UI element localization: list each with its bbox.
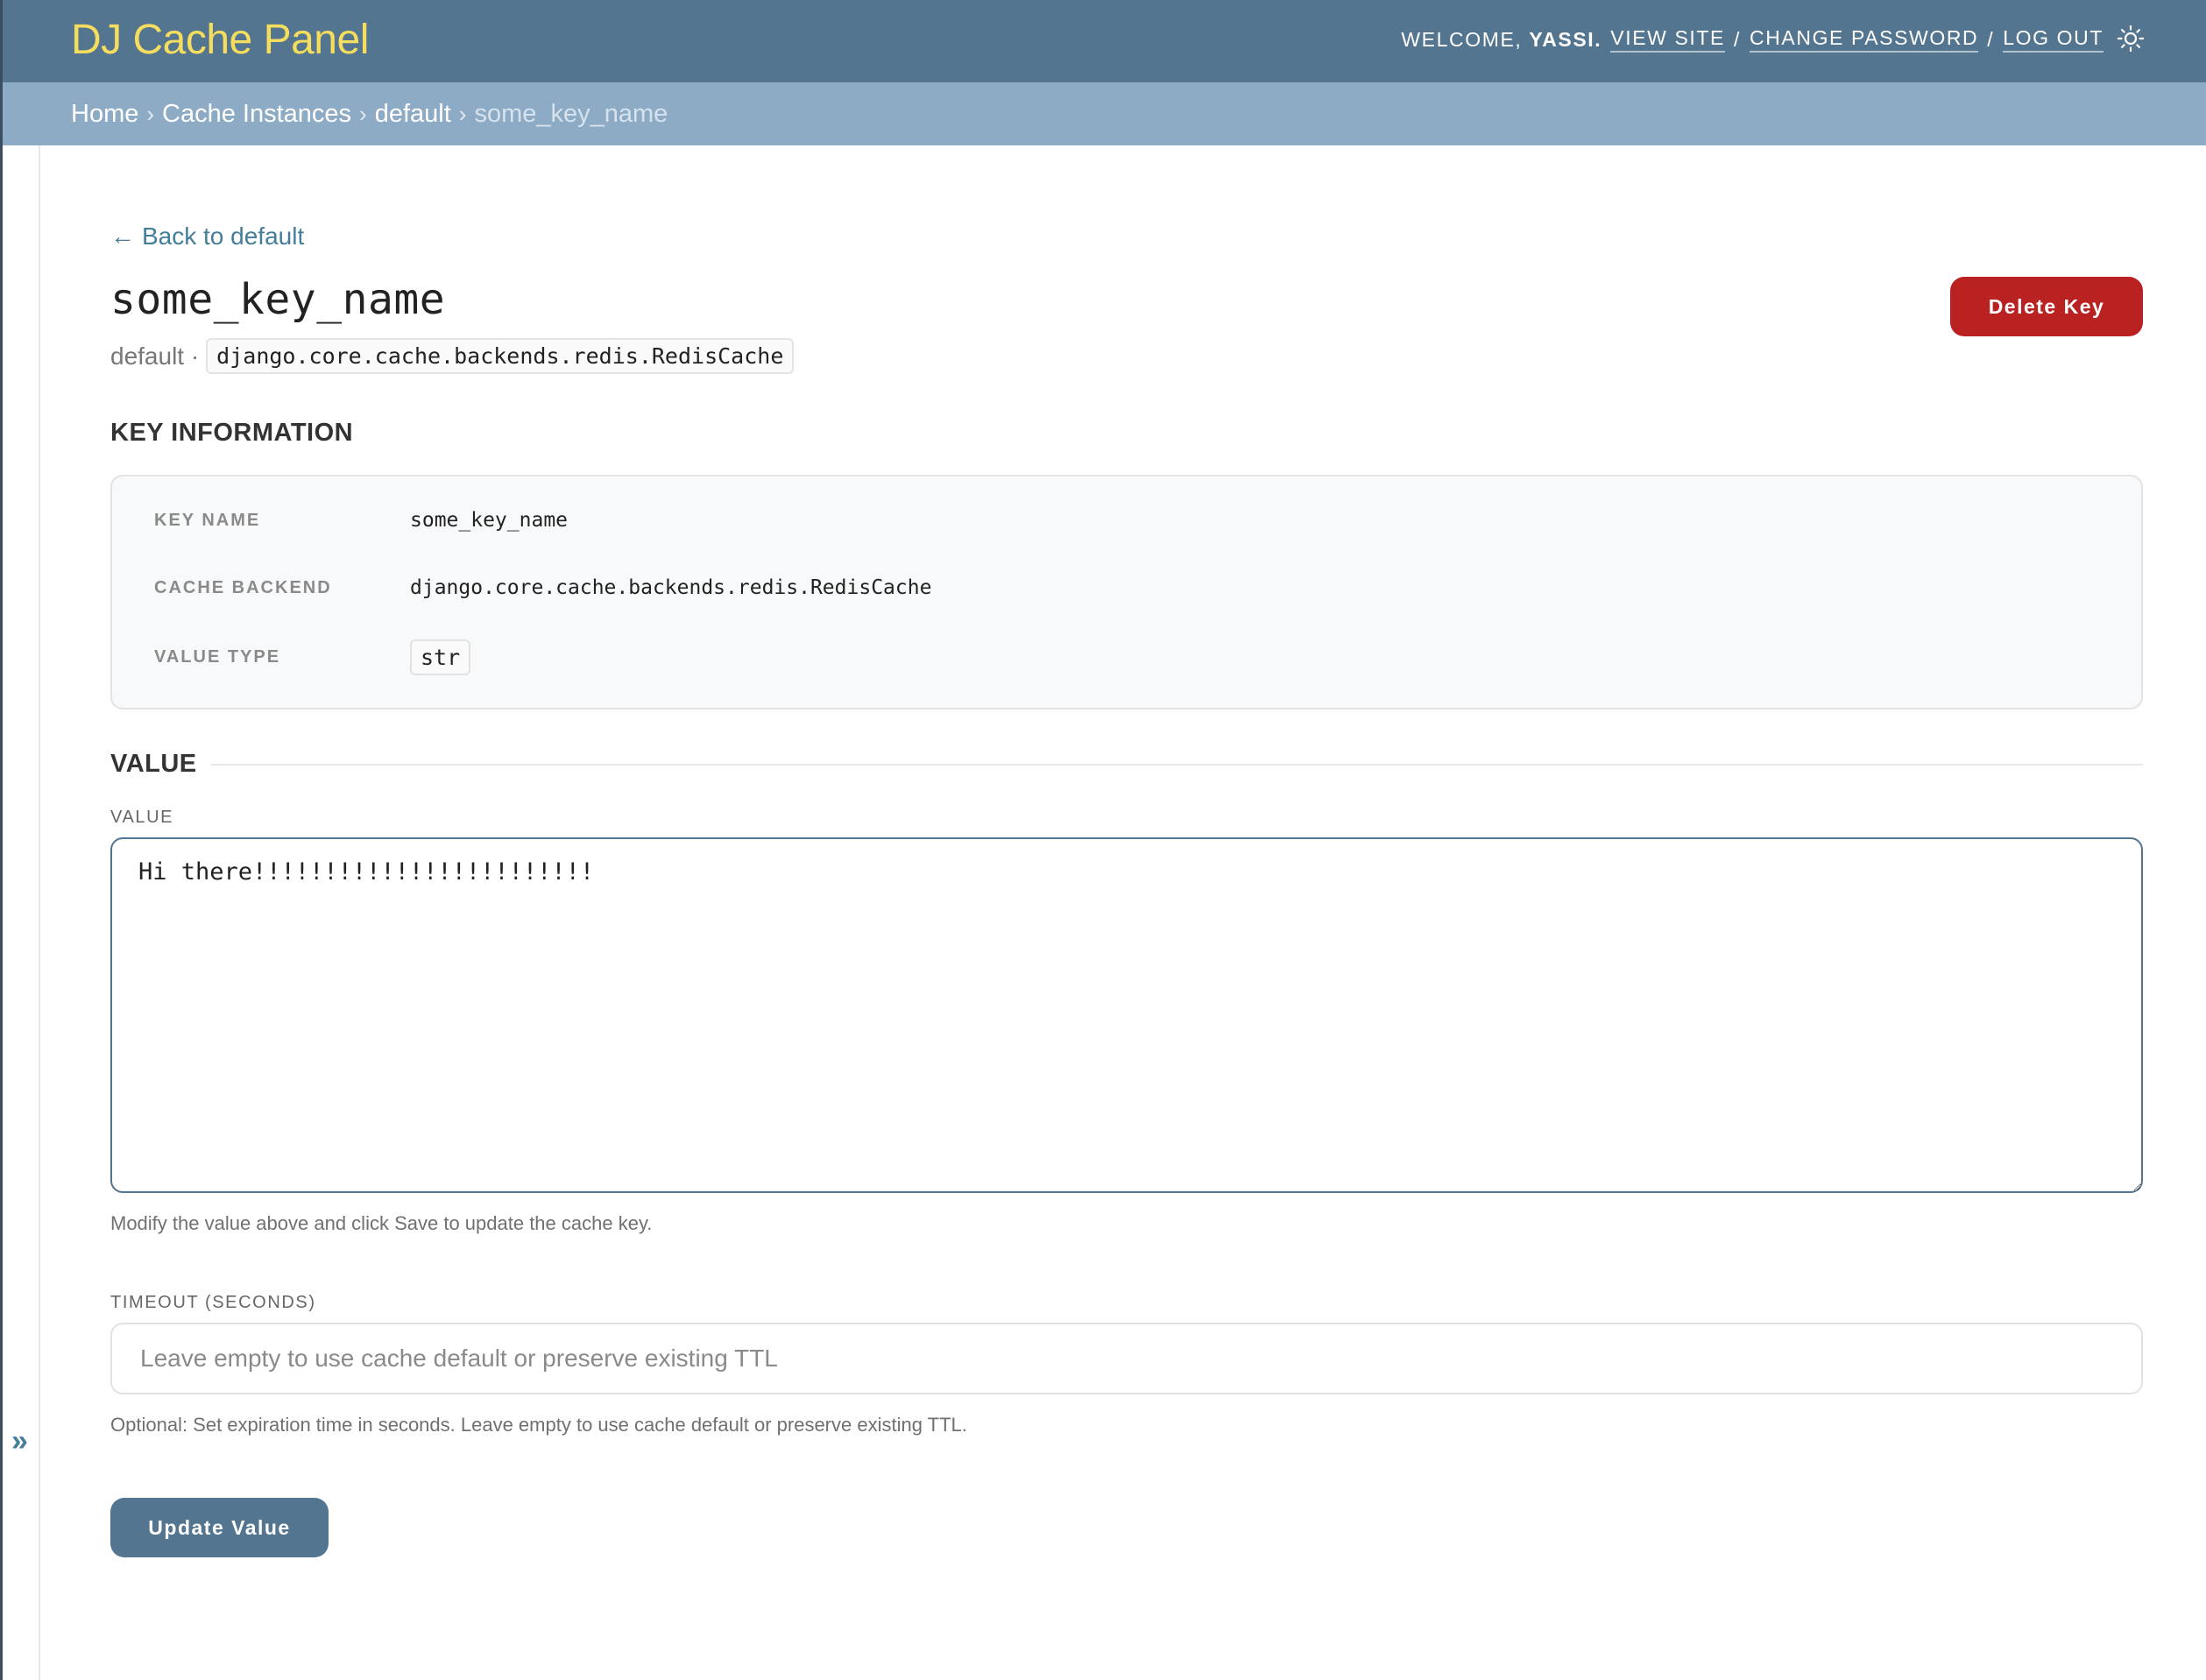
breadcrumb-cache-instances[interactable]: Cache Instances <box>162 100 351 129</box>
value-type-badge: str <box>410 639 471 675</box>
info-row-key-name: KEY NAME some_key_name <box>154 503 2124 538</box>
welcome-text: WELCOME, YASSI. <box>1401 28 1601 52</box>
info-label: VALUE TYPE <box>154 646 281 667</box>
timeout-input[interactable] <box>110 1323 2143 1394</box>
breadcrumb-default[interactable]: default <box>375 100 451 129</box>
info-row-value-type: VALUE TYPE str <box>154 639 2124 675</box>
info-value: django.core.cache.backends.redis.RedisCa… <box>410 576 932 599</box>
header: DJ Cache Panel WELCOME, YASSI. VIEW SITE… <box>0 0 2206 82</box>
timeout-help-text: Optional: Set expiration time in seconds… <box>110 1414 967 1436</box>
breadcrumb-separator: › <box>458 100 467 127</box>
welcome-prefix: WELCOME, <box>1401 27 1523 51</box>
breadcrumb-home[interactable]: Home <box>71 100 138 129</box>
log-out-link[interactable]: LOG OUT <box>2003 26 2103 53</box>
breadcrumb-separator: › <box>359 100 367 127</box>
arrow-left-icon: ← <box>110 222 135 250</box>
update-value-button[interactable]: Update Value <box>110 1498 329 1557</box>
site-branding[interactable]: DJ Cache Panel <box>71 16 369 64</box>
key-information-heading: KEY INFORMATION <box>110 419 354 447</box>
back-link[interactable]: ← Back to default <box>110 222 304 251</box>
value-heading: VALUE <box>110 750 197 778</box>
delete-key-button[interactable]: Delete Key <box>1950 277 2143 336</box>
breadcrumb-current: some_key_name <box>474 99 668 128</box>
section-divider <box>210 763 2143 766</box>
username: YASSI. <box>1529 27 1602 51</box>
breadcrumb: Home › Cache Instances › default › some_… <box>0 82 2206 145</box>
value-section-heading: VALUE <box>110 750 2143 779</box>
back-link-label: Back to default <box>142 222 305 250</box>
timeout-field-label: TIMEOUT (SECONDS) <box>110 1293 316 1312</box>
backend-chip: django.core.cache.backends.redis.RedisCa… <box>206 338 795 374</box>
key-information-panel: KEY NAME some_key_name CACHE BACKEND dja… <box>110 475 2143 709</box>
cache-instance-name: default · <box>110 342 200 370</box>
value-textarea[interactable]: Hi there!!!!!!!!!!!!!!!!!!!!!!!! <box>110 837 2143 1193</box>
info-label: CACHE BACKEND <box>154 577 332 597</box>
change-password-link[interactable]: CHANGE PASSWORD <box>1750 26 1979 53</box>
value-help-text: Modify the value above and click Save to… <box>110 1212 653 1234</box>
page-title: some_key_name <box>110 275 446 324</box>
separator: / <box>1987 27 1995 51</box>
value-field-label: VALUE <box>110 808 174 827</box>
info-label: KEY NAME <box>154 510 261 530</box>
nav-sidebar-collapsed: » <box>0 145 40 1680</box>
sun-icon[interactable] <box>2117 25 2145 53</box>
expand-sidebar-icon[interactable]: » <box>11 1426 28 1456</box>
user-tools: WELCOME, YASSI. VIEW SITE / CHANGE PASSW… <box>1401 26 2103 53</box>
page-subtitle: default · django.core.cache.backends.red… <box>110 338 795 374</box>
separator: / <box>1734 27 1741 51</box>
info-value: some_key_name <box>410 509 569 532</box>
info-row-cache-backend: CACHE BACKEND django.core.cache.backends… <box>154 570 2124 605</box>
breadcrumb-separator: › <box>146 100 155 127</box>
view-site-link[interactable]: VIEW SITE <box>1610 26 1725 53</box>
